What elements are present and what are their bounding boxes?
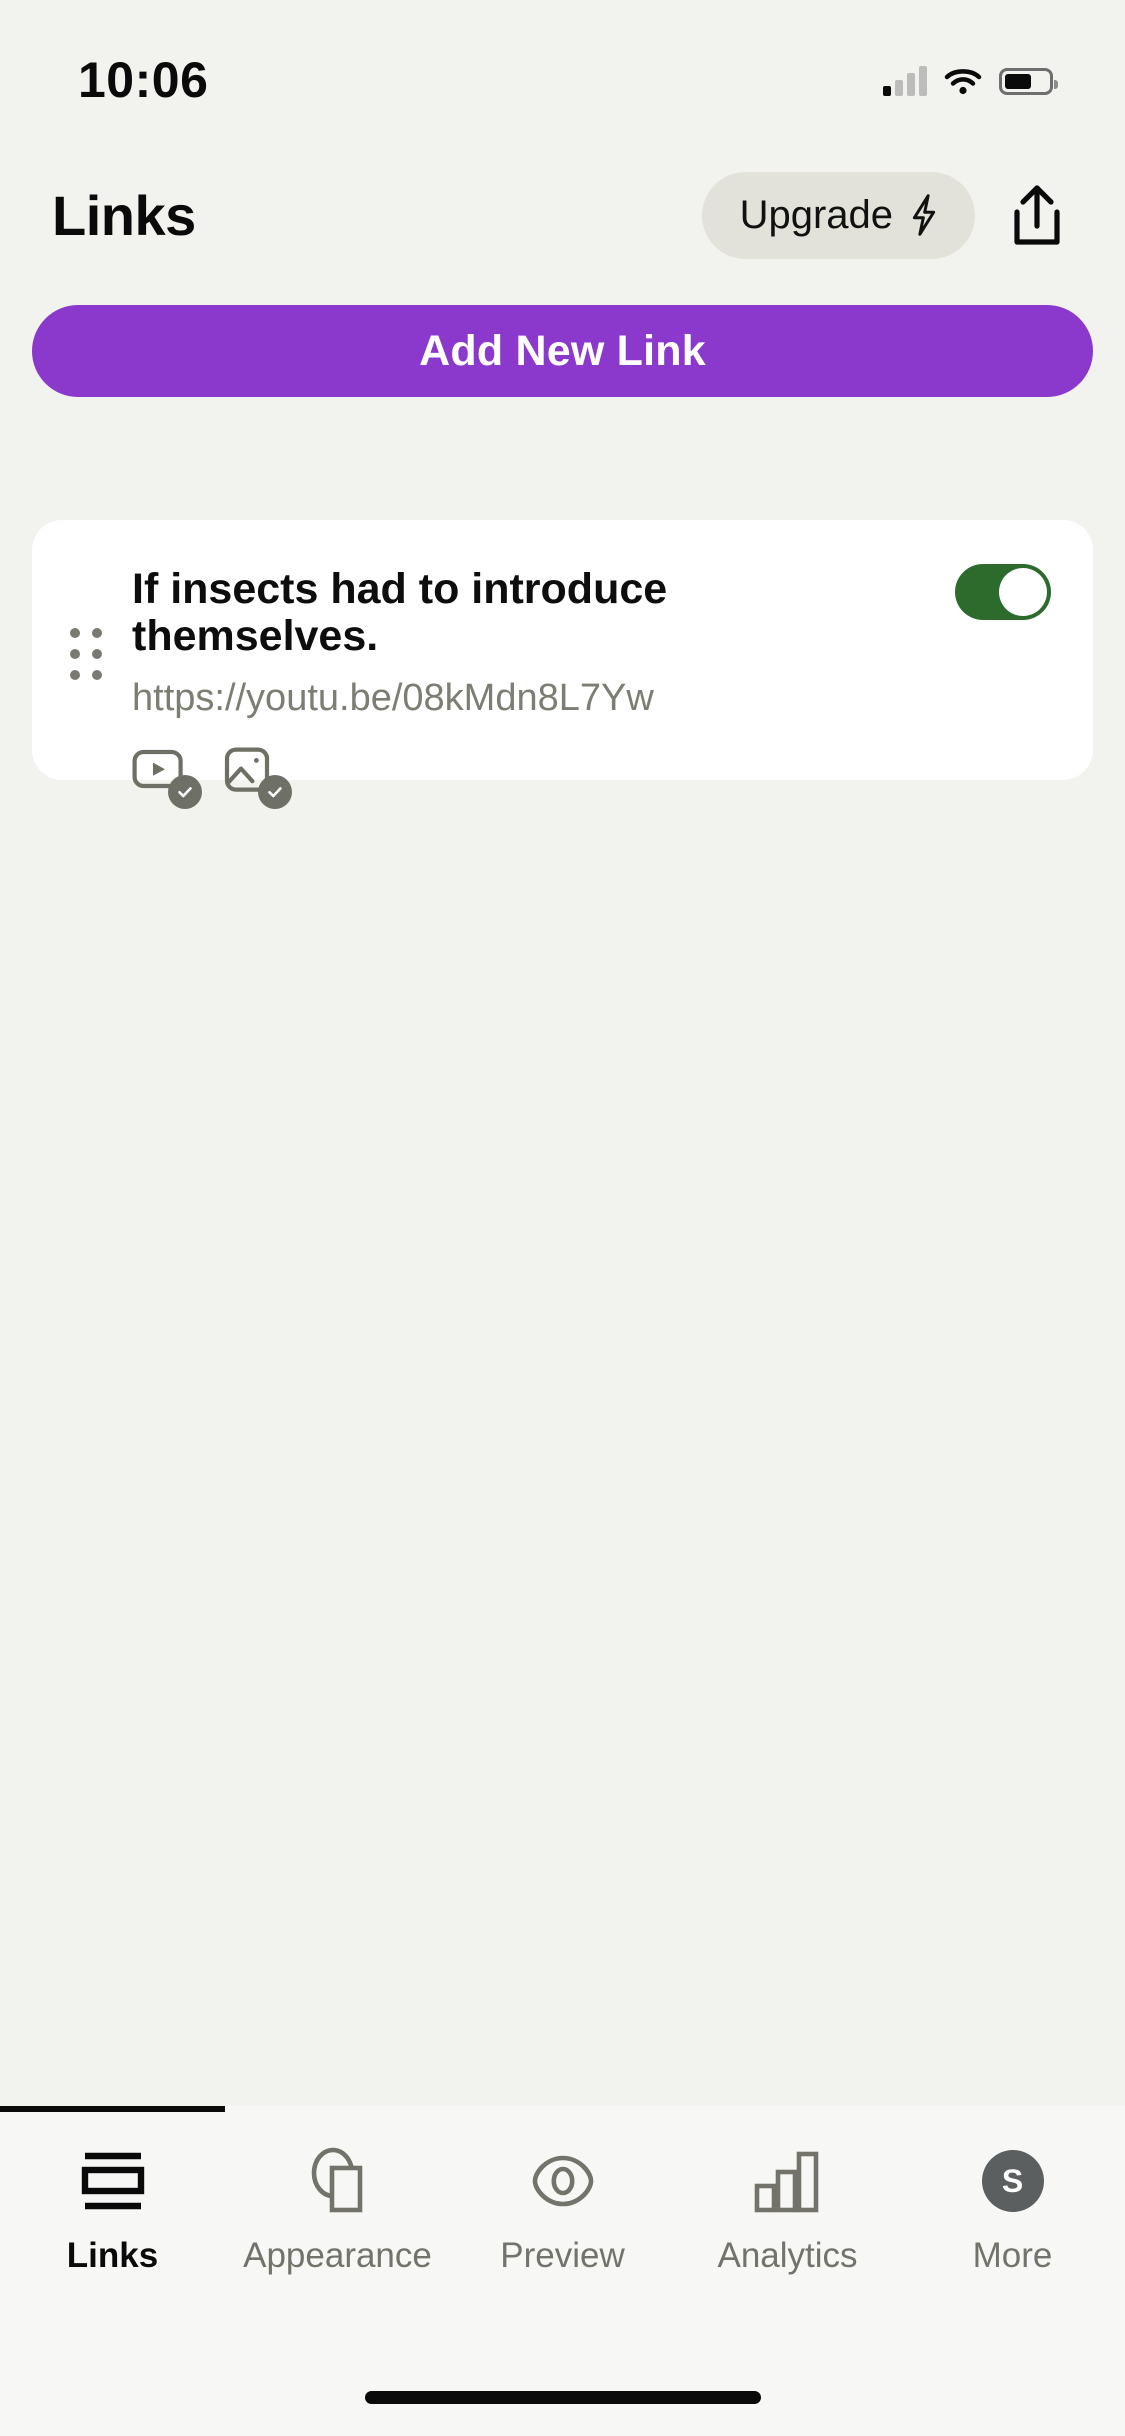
avatar-initial: S — [981, 2150, 1044, 2212]
link-card[interactable]: If insects had to introduce themselves. … — [32, 520, 1093, 809]
home-indicator — [364, 2391, 761, 2404]
app-screen: 10:06 Links Upgrade Add New Link If inse… — [0, 0, 1125, 2436]
tab-label: Links — [66, 2236, 159, 2275]
tab-more[interactable]: S More — [900, 2142, 1125, 2276]
page-header: Links Upgrade — [0, 155, 1125, 275]
appearance-shapes-icon — [299, 2142, 377, 2220]
battery-icon — [999, 67, 1058, 95]
tab-label: Analytics — [717, 2236, 858, 2275]
tab-label: Preview — [500, 2236, 625, 2275]
share-upload-icon — [1014, 185, 1060, 245]
status-bar: 10:06 — [0, 0, 1125, 150]
tab-links[interactable]: Links — [0, 2142, 225, 2276]
avatar-icon: S — [981, 2142, 1044, 2220]
check-circle-icon — [258, 774, 292, 809]
eye-preview-icon — [525, 2142, 601, 2220]
drag-dots-icon[interactable] — [70, 520, 104, 680]
signal-bars-icon — [883, 66, 927, 96]
toggle-knob — [999, 568, 1047, 616]
tab-preview[interactable]: Preview — [450, 2142, 675, 2276]
header-actions: Upgrade — [701, 171, 1073, 259]
status-time: 10:06 — [78, 52, 209, 108]
tab-label: Appearance — [243, 2236, 432, 2275]
link-badges — [132, 746, 955, 809]
image-thumbnail-icon[interactable] — [222, 746, 292, 809]
bottom-tab-bar: Links Appearance Preview Analytics S Mor… — [0, 2106, 1125, 2436]
tab-appearance[interactable]: Appearance — [225, 2142, 450, 2276]
upgrade-button-label: Upgrade — [739, 192, 893, 237]
upgrade-button[interactable]: Upgrade — [701, 171, 975, 259]
page-title: Links — [52, 183, 196, 247]
video-thumbnail-icon[interactable] — [132, 746, 202, 809]
add-new-link-button[interactable]: Add New Link — [32, 305, 1093, 397]
wifi-icon — [944, 69, 982, 95]
link-enabled-toggle[interactable] — [955, 564, 1051, 620]
tab-label: More — [972, 2236, 1053, 2275]
share-button[interactable] — [1001, 179, 1073, 251]
bar-chart-icon — [751, 2142, 825, 2220]
status-indicators — [883, 66, 1058, 96]
link-url: https://youtu.be/08kMdn8L7Yw — [132, 676, 654, 719]
links-layout-icon — [75, 2142, 151, 2220]
link-title: If insects had to introduce themselves. — [132, 565, 668, 661]
check-circle-icon — [168, 774, 202, 809]
lightning-bolt-icon — [912, 194, 936, 236]
link-card-body: If insects had to introduce themselves. … — [104, 520, 955, 809]
tab-analytics[interactable]: Analytics — [675, 2142, 900, 2276]
